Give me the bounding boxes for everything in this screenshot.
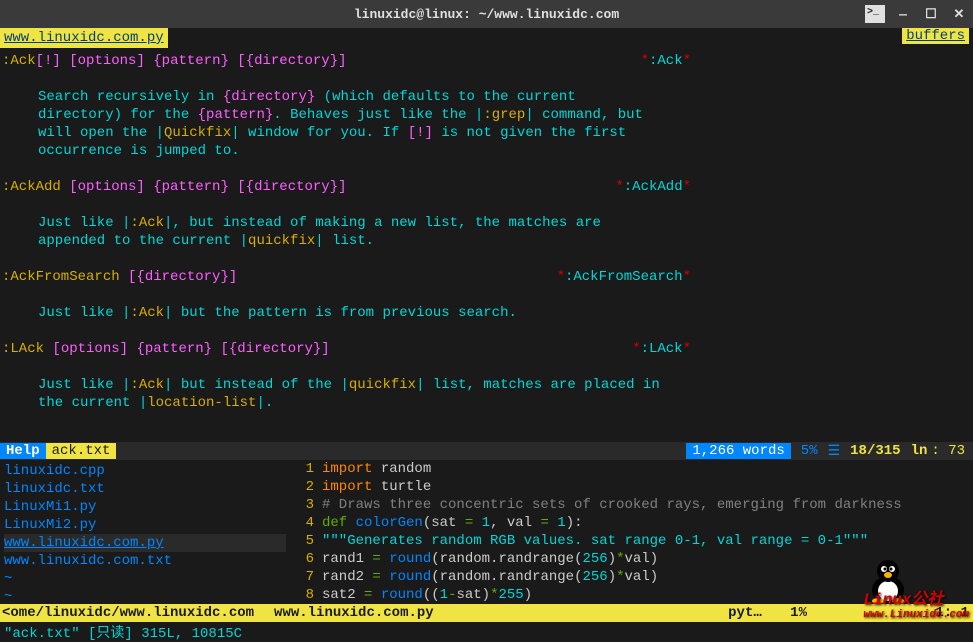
- cmd-ack: :Ack: [2, 53, 36, 69]
- cmd-ackadd: :AckAdd: [2, 179, 61, 195]
- code-line[interactable]: # Draws three concentric sets of crooked…: [322, 496, 973, 514]
- minimize-button[interactable]: —: [893, 5, 913, 23]
- cmd-ackfromsearch: :AckFromSearch: [2, 269, 120, 285]
- buffer-tab[interactable]: www.linuxidc.com.py: [0, 28, 168, 48]
- help-mode-label: Help: [0, 443, 46, 459]
- help-pane[interactable]: :Ack[!] [options] {pattern} [{directory}…: [0, 48, 973, 442]
- buffer-tabbar: www.linuxidc.com.py buffers: [0, 28, 973, 48]
- col-position: : 73: [927, 443, 969, 459]
- line-numbers: 123456789: [290, 460, 322, 604]
- percent-indicator: 5%: [791, 443, 828, 459]
- watermark: Linux公社 www.Linuxidc.com: [863, 585, 969, 621]
- path-indicator: <ome/linuxidc/www.linuxidc.com: [2, 605, 254, 621]
- command-line[interactable]: "ack.txt" [只读] 315L, 10815C: [0, 622, 973, 640]
- menu-icon: ☰: [828, 443, 841, 460]
- code-line[interactable]: import turtle: [322, 478, 973, 496]
- file-tree-item[interactable]: LinuxMi2.py: [4, 516, 286, 534]
- filetype: pyt…: [728, 605, 762, 621]
- cmd-lack: :LAck: [2, 341, 44, 357]
- file-tree-item[interactable]: www.linuxidc.com.py: [4, 534, 286, 552]
- tag-star: *: [641, 53, 649, 69]
- close-button[interactable]: ✕: [949, 5, 969, 23]
- code-line[interactable]: import random: [322, 460, 973, 478]
- editor-statusbar: <ome/linuxidc/www.linuxidc.com www.linux…: [0, 604, 973, 622]
- file-tree-item[interactable]: LinuxMi1.py: [4, 498, 286, 516]
- ln-label: ln: [911, 443, 928, 459]
- window-titlebar: linuxidc@linux: ~/www.linuxidc.com — ☐ ✕: [0, 0, 973, 28]
- buffers-label[interactable]: buffers: [902, 28, 969, 44]
- file-explorer[interactable]: linuxidc.cpp linuxidc.txt LinuxMi1.py Li…: [0, 460, 290, 604]
- file-tree-item[interactable]: linuxidc.txt: [4, 480, 286, 498]
- terminal-icon[interactable]: [865, 5, 885, 23]
- file-tree-item[interactable]: www.linuxidc.com.txt: [4, 552, 286, 570]
- maximize-button[interactable]: ☐: [921, 5, 941, 23]
- empty-line-tilde: ~: [4, 570, 286, 588]
- current-file: www.linuxidc.com.py: [274, 605, 434, 621]
- window-title: linuxidc@linux: ~/www.linuxidc.com: [354, 7, 619, 22]
- file-tree-item[interactable]: linuxidc.cpp: [4, 462, 286, 480]
- line-position: 18/315: [840, 443, 910, 459]
- word-count: 1,266 words: [686, 443, 790, 459]
- code-line[interactable]: def colorGen(sat = 1, val = 1):: [322, 514, 973, 532]
- scroll-percent: 1%: [790, 605, 807, 621]
- code-line[interactable]: """Generates random RGB values. sat rang…: [322, 532, 973, 550]
- help-statusbar: Help ack.txt 1,266 words 5% ☰ 18/315 ln …: [0, 442, 973, 460]
- help-filename: ack.txt: [46, 443, 117, 459]
